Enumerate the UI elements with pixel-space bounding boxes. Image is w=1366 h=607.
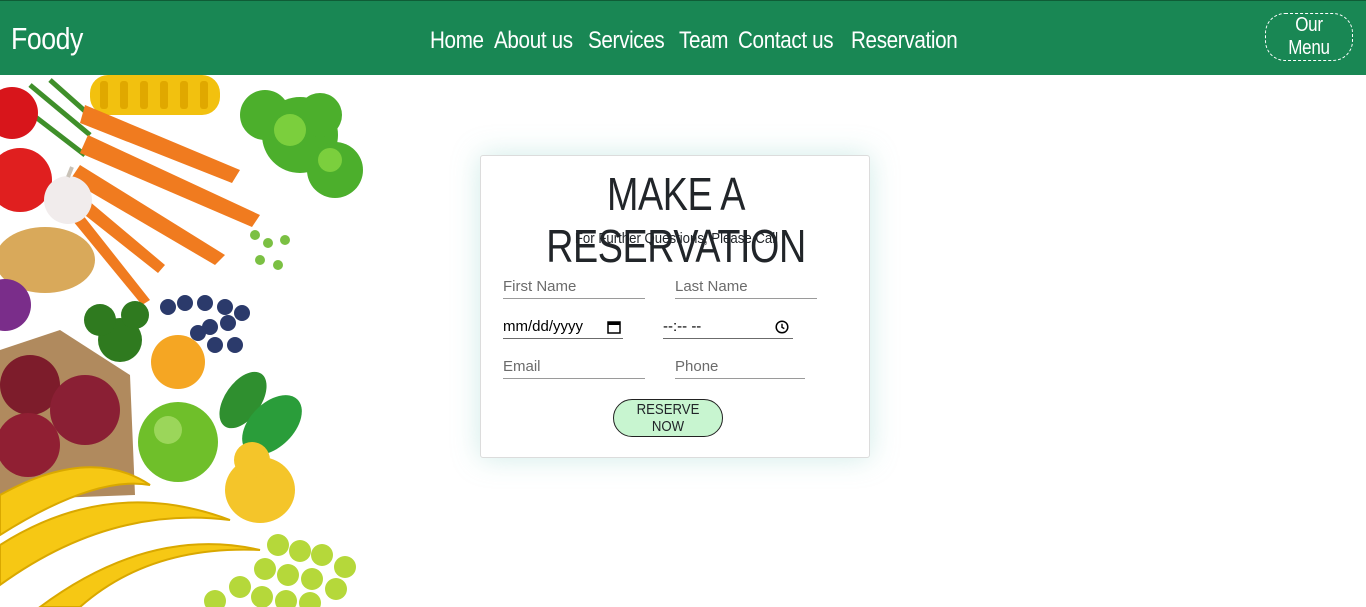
nav-services[interactable]: Services: [588, 23, 665, 59]
date-input[interactable]: mm/dd/yyyy: [503, 315, 623, 339]
reservation-card: MAKE A RESERVATION For Further Questions…: [480, 155, 870, 458]
reservation-title: MAKE A RESERVATION: [481, 168, 871, 272]
calendar-icon[interactable]: [607, 320, 621, 334]
date-value: mm/dd/yyyy: [503, 318, 584, 335]
reserve-now-label: RESERVE NOW: [636, 401, 700, 435]
nav-home[interactable]: Home: [430, 23, 484, 59]
time-value: --:-- --: [663, 318, 702, 335]
last-name-input[interactable]: [675, 275, 817, 299]
vegetables-image: [0, 75, 380, 607]
main-nav: Home About us Services Team Contact us R…: [430, 23, 960, 59]
reservation-subtitle-text: For Further Questions, Please Call: [574, 230, 778, 247]
nav-team[interactable]: Team: [679, 23, 728, 59]
brand-logo[interactable]: Foody: [11, 19, 83, 59]
clock-icon[interactable]: [775, 319, 789, 334]
email-input[interactable]: [503, 355, 645, 379]
reservation-subtitle: For Further Questions, Please Call: [481, 229, 871, 249]
time-input[interactable]: --:-- --: [663, 315, 793, 339]
reservation-title-text: MAKE A RESERVATION: [546, 168, 806, 272]
our-menu-label: Our Menu: [1288, 14, 1330, 59]
reserve-now-button[interactable]: RESERVE NOW: [613, 399, 723, 437]
nav-about-us[interactable]: About us: [494, 23, 573, 59]
first-name-input[interactable]: [503, 275, 645, 299]
phone-input[interactable]: [675, 355, 805, 379]
site-header: Foody Home About us Services Team Contac…: [0, 0, 1366, 75]
our-menu-button[interactable]: Our Menu: [1265, 13, 1353, 61]
nav-reservation[interactable]: Reservation: [851, 23, 958, 59]
nav-contact-us[interactable]: Contact us: [738, 23, 834, 59]
